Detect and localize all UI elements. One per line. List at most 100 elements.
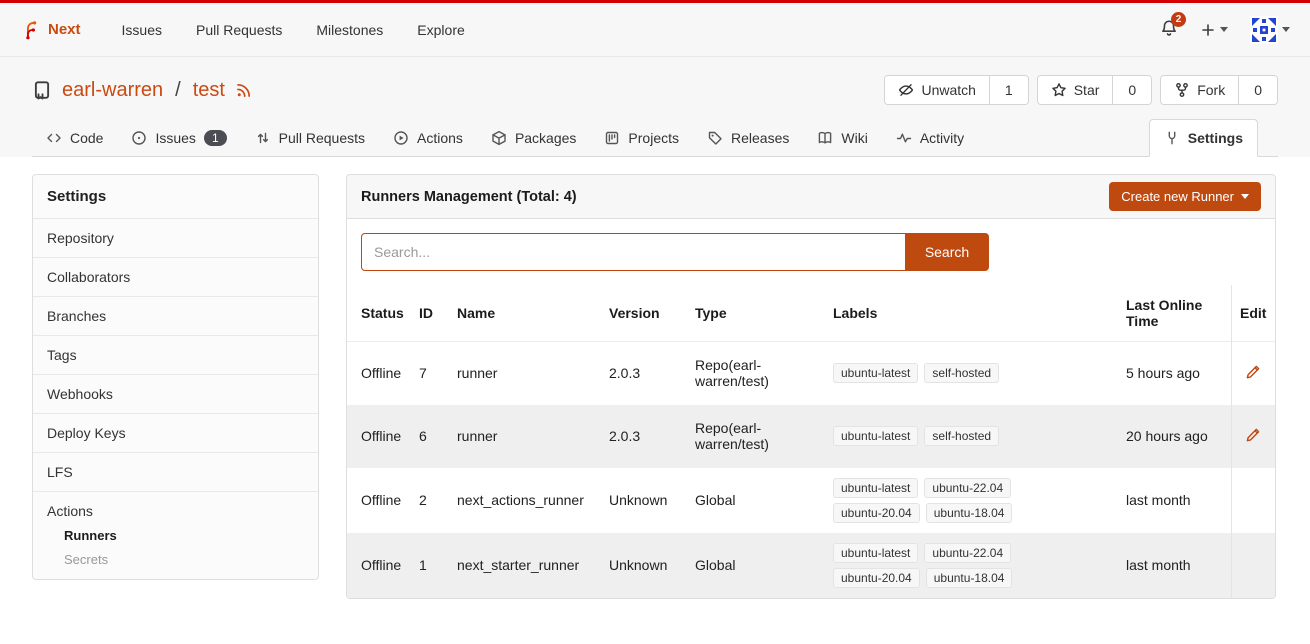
tab-issues[interactable]: Issues1 [117, 120, 240, 156]
sidebar-item-collaborators[interactable]: Collaborators [33, 258, 318, 297]
package-icon [491, 130, 507, 146]
runner-edit-cell [1231, 468, 1275, 533]
runner-version: 2.0.3 [601, 405, 687, 468]
tools-icon [1164, 130, 1180, 146]
nav-link-pull-requests[interactable]: Pull Requests [179, 22, 299, 38]
tab-releases[interactable]: Releases [693, 120, 803, 156]
panel-title: Runners Management (Total: 4) [361, 189, 577, 205]
tab-wiki[interactable]: Wiki [803, 120, 881, 156]
runner-name: runner [449, 405, 601, 468]
column-header-id: ID [411, 285, 449, 342]
rss-feed-icon[interactable] [235, 81, 253, 99]
runner-label-badge: ubuntu-20.04 [833, 568, 920, 588]
tab-projects[interactable]: Projects [590, 120, 693, 156]
sidebar-subitem-runners[interactable]: Runners [64, 528, 304, 543]
create-new-dropdown[interactable] [1200, 22, 1228, 38]
chevron-down-icon [1282, 27, 1290, 32]
repo-header: earl-warren / test Unwatch1Star0Fork0 Co… [0, 57, 1310, 157]
sidebar-item-webhooks[interactable]: Webhooks [33, 375, 318, 414]
tab-label: Issues [155, 130, 195, 146]
sidebar-group-actions: Actions Runners Secrets [33, 492, 318, 579]
tab-label: Wiki [841, 130, 867, 146]
edit-runner-icon[interactable] [1245, 427, 1261, 443]
star-count[interactable]: 0 [1112, 76, 1151, 104]
sidebar-item-repository[interactable]: Repository [33, 219, 318, 258]
runner-label-badge: ubuntu-latest [833, 363, 918, 383]
nav-link-issues[interactable]: Issues [105, 22, 179, 38]
tag-icon [707, 130, 723, 146]
runner-row: Offline1next_starter_runnerUnknownGlobal… [347, 533, 1275, 598]
sidebar-item-deploy-keys[interactable]: Deploy Keys [33, 414, 318, 453]
runner-label-badge: ubuntu-latest [833, 426, 918, 446]
notifications-bell-icon[interactable]: 2 [1160, 19, 1178, 40]
repo-action-buttons: Unwatch1Star0Fork0 [884, 75, 1278, 105]
runner-type: Global [687, 468, 825, 533]
tab-label: Code [70, 130, 103, 146]
runner-labels: ubuntu-latestubuntu-22.04ubuntu-20.04ubu… [825, 468, 1118, 533]
runner-row: Offline7runner2.0.3Repo(earl-warren/test… [347, 342, 1275, 405]
sidebar-item-tags[interactable]: Tags [33, 336, 318, 375]
fork-count[interactable]: 0 [1238, 76, 1277, 104]
runner-type: Global [687, 533, 825, 598]
user-menu[interactable] [1250, 16, 1290, 44]
runner-last-online: 20 hours ago [1118, 405, 1231, 468]
tab-pull-requests[interactable]: Pull Requests [241, 120, 379, 156]
navbar-links: IssuesPull RequestsMilestonesExplore [105, 22, 482, 38]
column-header-edit: Edit [1231, 285, 1275, 342]
runner-id: 7 [411, 342, 449, 405]
unwatch-button[interactable]: Unwatch [885, 76, 988, 104]
runners-panel: Runners Management (Total: 4) Create new… [346, 174, 1276, 599]
forgejo-brand[interactable]: Next [20, 20, 81, 40]
runner-label-badge: ubuntu-22.04 [924, 478, 1011, 498]
tab-settings[interactable]: Settings [1149, 119, 1258, 157]
search-button[interactable]: Search [905, 233, 989, 271]
tab-label: Actions [417, 130, 463, 146]
tab-label: Releases [731, 130, 789, 146]
runner-version: 2.0.3 [601, 342, 687, 405]
tab-label: Settings [1188, 130, 1243, 146]
search-input[interactable] [361, 233, 905, 271]
tab-packages[interactable]: Packages [477, 120, 590, 156]
runner-version: Unknown [601, 468, 687, 533]
create-new-runner-button[interactable]: Create new Runner [1109, 182, 1261, 211]
runner-type: Repo(earl-warren/test) [687, 405, 825, 468]
runner-status: Offline [347, 533, 411, 598]
runner-status: Offline [347, 405, 411, 468]
runner-label-badge: ubuntu-18.04 [926, 568, 1013, 588]
repo-separator: / [175, 79, 181, 102]
sidebar-item-branches[interactable]: Branches [33, 297, 318, 336]
unwatch-count[interactable]: 1 [989, 76, 1028, 104]
repo-name-link[interactable]: test [193, 79, 225, 102]
column-header-labels: Labels [825, 285, 1118, 342]
repo-owner-link[interactable]: earl-warren [62, 79, 163, 102]
nav-link-milestones[interactable]: Milestones [299, 22, 400, 38]
nav-link-explore[interactable]: Explore [400, 22, 481, 38]
settings-sidebar: Settings RepositoryCollaboratorsBranches… [32, 174, 319, 580]
runner-id: 2 [411, 468, 449, 533]
runner-id: 1 [411, 533, 449, 598]
table-header-row: StatusIDNameVersionTypeLabelsLast Online… [347, 285, 1275, 342]
star-button[interactable]: Star [1038, 76, 1113, 104]
runner-labels: ubuntu-latestself-hosted [825, 342, 1118, 405]
tab-code[interactable]: Code [32, 120, 117, 156]
tab-label: Pull Requests [279, 130, 365, 146]
column-header-version: Version [601, 285, 687, 342]
avatar [1250, 16, 1278, 44]
sidebar-subitem-secrets[interactable]: Secrets [64, 552, 304, 567]
tab-actions[interactable]: Actions [379, 120, 477, 156]
runner-label-badge: ubuntu-20.04 [833, 503, 920, 523]
unwatch-label: Unwatch [921, 82, 975, 98]
runner-status: Offline [347, 342, 411, 405]
runner-id: 6 [411, 405, 449, 468]
chevron-down-icon [1220, 27, 1228, 32]
tab-activity[interactable]: Activity [882, 120, 978, 156]
runners-panel-body: Search StatusIDNameVersionTypeLabelsLast… [346, 219, 1276, 599]
sidebar-item-lfs[interactable]: LFS [33, 453, 318, 492]
fork-button[interactable]: Fork [1161, 76, 1238, 104]
issue-icon [131, 130, 147, 146]
runner-labels: ubuntu-latestubuntu-22.04ubuntu-20.04ubu… [825, 533, 1118, 598]
runner-version: Unknown [601, 533, 687, 598]
sidebar-item-actions[interactable]: Actions [47, 503, 304, 519]
runner-label-badge: ubuntu-22.04 [924, 543, 1011, 563]
edit-runner-icon[interactable] [1245, 364, 1261, 380]
